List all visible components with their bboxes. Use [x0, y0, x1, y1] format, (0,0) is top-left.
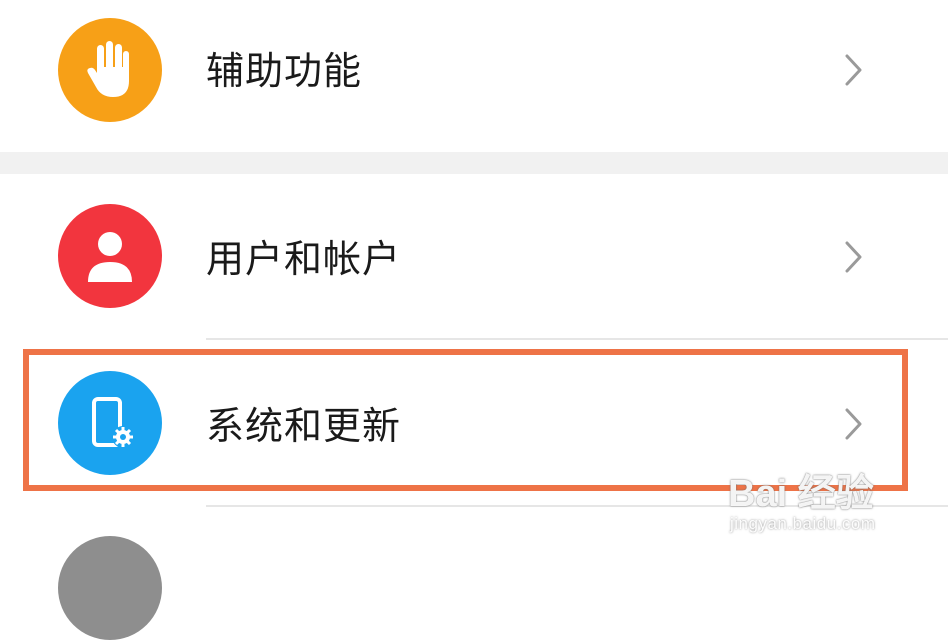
user-icon — [58, 204, 162, 308]
settings-item-accessibility[interactable]: 辅助功能 — [0, 0, 948, 152]
section-separator — [0, 152, 948, 174]
next-item-icon[interactable] — [58, 536, 162, 640]
settings-item-label: 辅助功能 — [206, 49, 363, 93]
list-divider — [206, 505, 948, 507]
highlight-annotation-box — [23, 349, 908, 491]
chevron-right-icon — [845, 54, 862, 86]
settings-item-users-accounts[interactable]: 用户和帐户 — [0, 174, 948, 338]
watermark-url: jingyan.baidu.com — [730, 514, 876, 533]
hand-icon — [58, 18, 162, 122]
settings-item-label: 用户和帐户 — [206, 237, 402, 281]
chevron-right-icon — [845, 241, 862, 273]
